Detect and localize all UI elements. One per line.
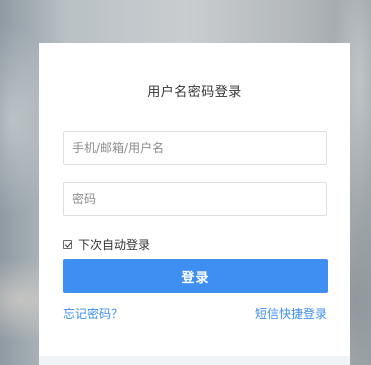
login-button[interactable]: 登录 xyxy=(63,259,328,293)
username-input[interactable] xyxy=(64,132,326,164)
login-card: 用户名密码登录 下次自动登录 登录 忘记密码？ 短信快捷登录 xyxy=(39,43,350,365)
forgot-password-link[interactable]: 忘记密码？ xyxy=(63,305,123,322)
card-footer xyxy=(39,356,350,365)
password-field[interactable] xyxy=(63,182,327,216)
login-title: 用户名密码登录 xyxy=(147,85,242,100)
sms-login-link[interactable]: 短信快捷登录 xyxy=(255,305,327,322)
password-input[interactable] xyxy=(64,183,326,215)
remember-label: 下次自动登录 xyxy=(78,238,151,252)
remember-checkbox[interactable] xyxy=(63,240,72,249)
username-field[interactable] xyxy=(63,131,327,165)
remember-me[interactable]: 下次自动登录 xyxy=(63,236,150,253)
